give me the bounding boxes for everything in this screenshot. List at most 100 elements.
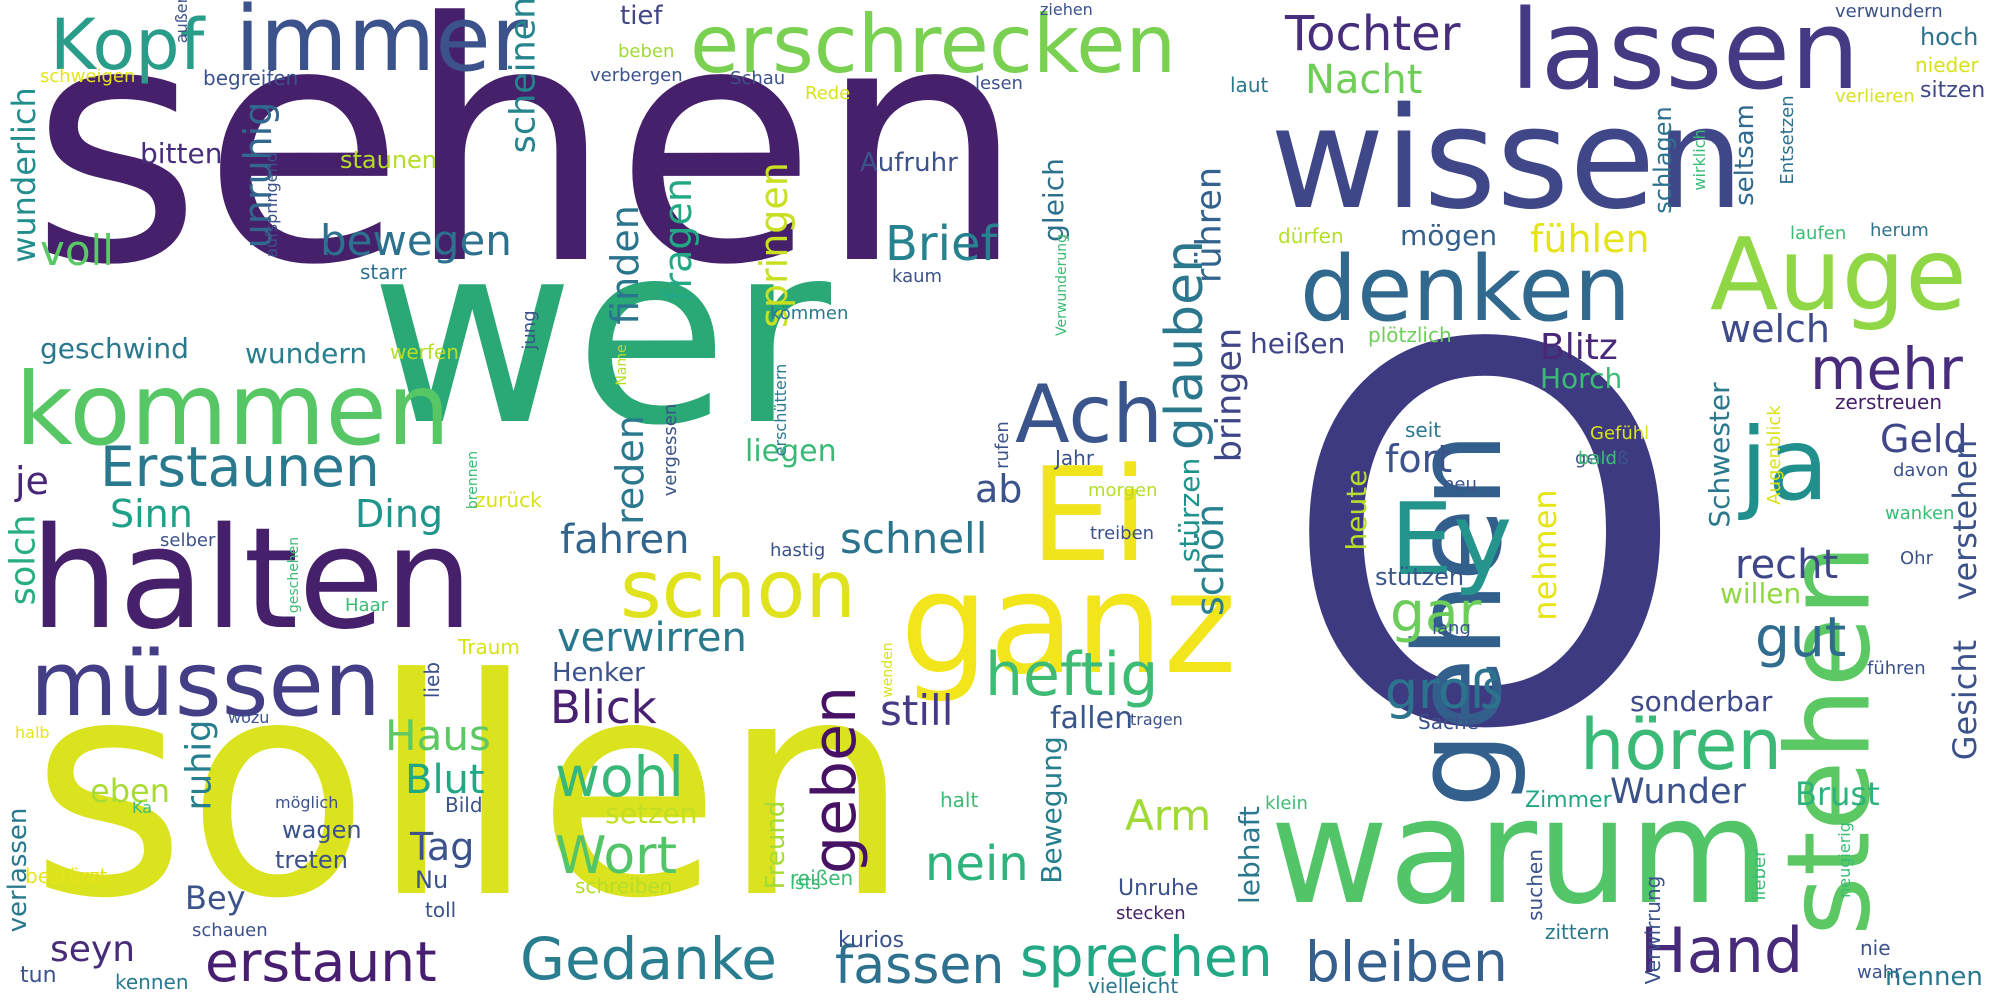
word-stuetzen: stützen (1375, 563, 1465, 591)
word-schreiben: schreiben (575, 874, 673, 898)
word-treiben: treiben (1090, 523, 1155, 544)
word-ab: ab (975, 467, 1023, 511)
word-lebhaft: lebhaft (1233, 805, 1266, 905)
word-tun: tun (20, 963, 57, 988)
word-willen: willen (1720, 577, 1802, 610)
word-nennen: nennen (1885, 962, 1983, 992)
word-haar: Haar (345, 595, 388, 616)
word-verwirren: verwirren (557, 615, 747, 661)
word-tief: tief (620, 1, 663, 31)
word-brief: Brief (885, 216, 998, 272)
word-lieb: lieb (420, 661, 444, 699)
word-stuerzen: stürzen (1173, 457, 1206, 563)
word-entsetzen: Entsetzen (1777, 95, 1798, 185)
word-laufen: laufen (1790, 223, 1847, 244)
word-klein: klein (1265, 793, 1308, 814)
word-verbergen: verbergen (590, 65, 683, 86)
word-vielleicht: vielleicht (1088, 974, 1179, 998)
word-gedanke: Gedanke (520, 925, 777, 993)
word-scheinen: scheinen (503, 0, 544, 154)
word-beben: beben (618, 41, 675, 62)
word-fallen: fallen (1050, 701, 1134, 736)
word-zimmer: Zimmer (1525, 788, 1612, 813)
word-gefuehl: Gefühl (1590, 423, 1650, 444)
word-halt: halt (940, 788, 979, 812)
word-ruhig: ruhig (179, 719, 220, 811)
word-selber: selber (160, 530, 216, 551)
word-wagen: wagen (282, 816, 362, 844)
word-seit: seit (1405, 418, 1442, 442)
word-nu: Nu (415, 866, 449, 894)
word-rufen: rufen (992, 421, 1013, 469)
word-aufruhr: Aufruhr (860, 148, 958, 178)
word-herum: herum (1870, 220, 1929, 241)
word-starr: starr (360, 260, 407, 284)
word-bey: Bey (185, 879, 246, 917)
word-brust: Brust (1795, 775, 1880, 813)
word-eben: eben (90, 772, 170, 810)
word-verwundern: verwundern (1835, 1, 1943, 22)
word-laut: laut (1230, 73, 1269, 97)
word-hoch: hoch (1920, 23, 1979, 51)
word-zerstreuen: zerstreuen (1835, 390, 1943, 414)
word-sinn: Sinn (110, 492, 193, 536)
word-haus: Haus (385, 711, 491, 760)
word-unruhe: Unruhe (1118, 876, 1199, 901)
word-verwirrung: Verwirrung (1641, 875, 1665, 985)
word-solch: solch (3, 514, 44, 606)
word-heissen: heißen (1250, 327, 1346, 360)
word-bestuerzt: bestürzt (25, 864, 108, 888)
word-neugierig: neugierig (1835, 822, 1854, 898)
word-ohr: Ohr (1900, 548, 1933, 569)
word-erstaunt: erstaunt (205, 930, 437, 994)
word-blick: Blick (550, 681, 657, 734)
word-tochter: Tochter (1285, 6, 1461, 62)
word-aufspringend: aufspringend (262, 152, 281, 258)
word-halb: halb (15, 723, 50, 742)
word-bewegung: Bewegung (1035, 736, 1068, 884)
word-kurios: kurios (838, 928, 905, 953)
word-stecken: stecken (1116, 903, 1186, 924)
word-fragen: fragen (656, 178, 700, 302)
word-schauen: schauen (192, 920, 268, 941)
word-schau: Schau (730, 68, 786, 89)
word-traum: Traum (458, 635, 520, 659)
word-moegen: mögen (1400, 219, 1498, 252)
word-neu: neu (1443, 474, 1477, 495)
word-ka: Ka (132, 798, 153, 817)
word-cloud: sehen wer O sollen wissen warum halten g… (0, 0, 2000, 1000)
word-ausser: außer (172, 0, 191, 44)
word-lesen: lesen (975, 73, 1023, 94)
word-tag: Tag (410, 825, 475, 869)
word-erstaunen: Erstaunen (100, 435, 380, 499)
word-heute: heute (1340, 469, 1373, 551)
word-schweigen: schweigen (40, 66, 136, 87)
word-wundern: wundern (245, 337, 368, 370)
word-henker: Henker (552, 658, 645, 688)
word-finden: finden (603, 205, 647, 325)
word-kaum: kaum (892, 266, 943, 287)
word-sitzen: sitzen (1920, 78, 1986, 103)
word-ists: ists (790, 873, 821, 894)
word-jahr: Jahr (1055, 446, 1095, 470)
word-wunder: Wunder (1610, 772, 1746, 812)
word-nehmen: nehmen (1526, 489, 1564, 621)
word-ploetzlich: plötzlich (1368, 323, 1452, 347)
word-je: je (15, 459, 49, 503)
word-erschuettern: erschüttern (771, 363, 790, 457)
word-fuehlen: fühlen (1530, 217, 1650, 261)
word-bitten: bitten (140, 137, 223, 170)
word-ruehren: rühren (1189, 166, 1230, 284)
word-nacht: Nacht (1305, 57, 1423, 103)
word-koemmen: kömmen (770, 303, 849, 324)
word-werfen: werfen (390, 340, 459, 364)
word-bewegen: bewegen (320, 216, 512, 265)
word-fuehren: führen (1867, 658, 1926, 679)
word-reden: reden (608, 415, 652, 525)
word-schwester: Schwester (1703, 382, 1736, 528)
word-nein: nein (925, 836, 1029, 892)
word-hastig: hastig (770, 540, 826, 561)
word-ding: Ding (355, 492, 444, 536)
word-verwunderung: Verwunderung (1054, 234, 1070, 336)
word-vergessen: vergessen (660, 403, 681, 497)
